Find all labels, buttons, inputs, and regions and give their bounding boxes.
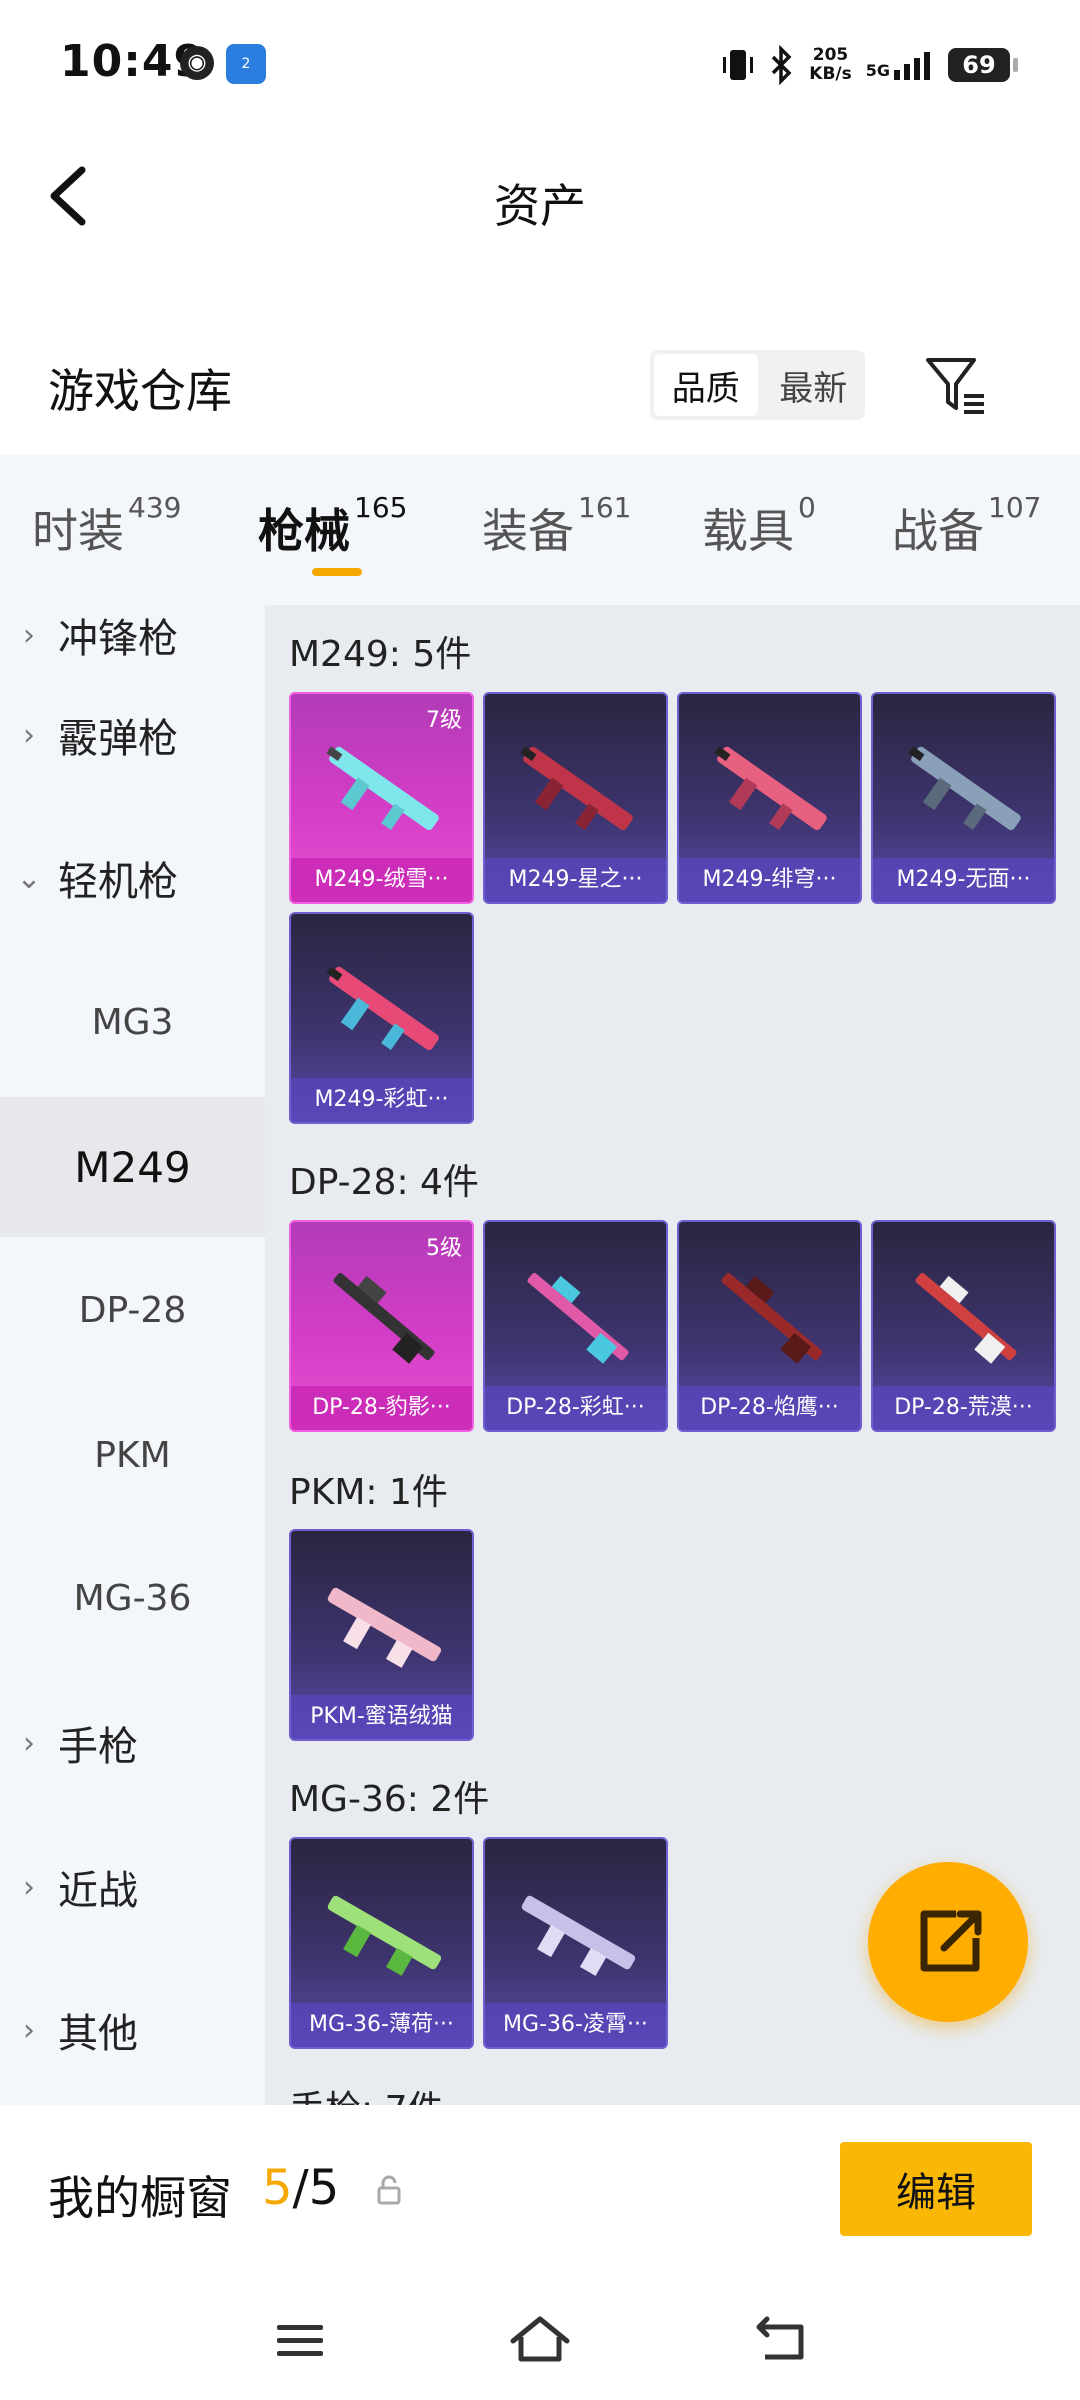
net-speed: 205 KB/s [809,45,852,84]
rifle-icon [326,746,439,831]
item-name: MG-36-薄荷··· [291,2003,472,2047]
tab-indicator [312,568,362,576]
item-name: DP-28-焰鹰··· [679,1386,860,1430]
item-name: PKM-蜜语绒猫 [291,1695,472,1739]
notification-badge-icon: 2 [226,44,266,84]
item-name: M249-绒雪··· [291,858,472,902]
status-bar: 10:49 ◉ 2 205 KB/s 5G 69 [0,0,1080,130]
weapon-type-sidebar: › 冲锋枪 › 霰弹枪 ⌄ 轻机枪 MG3 M249 DP-28 PKM MG-… [0,605,265,2105]
rifle-icon [520,746,633,831]
sidebar-item-lmg[interactable]: ⌄ 轻机枪 [0,808,265,948]
section-title-m249: M249: 5件 [289,634,472,675]
chevron-right-icon: › [23,717,35,753]
sidebar-item-pistol[interactable]: › 手枪 [0,1673,265,1813]
app-notification-icon: ◉ [180,46,214,80]
item-name: MG-36-凌霄··· [485,2003,666,2047]
signal-icon: 5G [866,50,934,80]
section-title-mg36: MG-36: 2件 [289,1779,490,1820]
item-card[interactable]: M249-无面··· [871,692,1056,904]
sidebar-item-mg3[interactable]: MG3 [0,952,265,1092]
item-name: DP-28-彩虹··· [485,1386,666,1430]
item-card[interactable]: 7级 M249-绒雪··· [289,692,474,904]
item-card[interactable]: M249-绯穹··· [677,692,862,904]
vibrate-icon [723,50,754,80]
home-icon[interactable] [505,2305,575,2375]
item-name: DP-28-豹影··· [291,1386,472,1430]
rifle-icon [714,746,827,831]
rifle-icon [333,1273,435,1364]
item-name: M249-彩虹··· [291,1078,472,1122]
sidebar-item-dp28[interactable]: DP-28 [0,1240,265,1380]
item-card[interactable]: M249-星之··· [483,692,668,904]
sidebar-item-pkm[interactable]: PKM [0,1385,265,1525]
external-link-icon [920,1910,982,1972]
item-card[interactable]: PKM-蜜语绒猫 [289,1529,474,1741]
section-title-pkm: PKM: 1件 [289,1472,448,1513]
share-fab[interactable] [868,1862,1028,2022]
status-right-icons: 205 KB/s 5G 69 [721,40,1018,90]
tab-weapons[interactable]: 枪械 165 [258,491,407,561]
tab-supplies[interactable]: 战备 107 [892,491,1041,561]
back-nav-icon[interactable] [745,2305,815,2375]
sidebar-item-melee[interactable]: › 近战 [0,1817,265,1957]
chevron-right-icon: › [23,617,35,653]
rifle-icon [721,1273,823,1364]
category-tabs: 时装 439 枪械 165 装备 161 载具 0 战备 107 [0,455,1080,605]
item-card[interactable]: MG-36-薄荷··· [289,1837,474,2049]
edit-showcase-button[interactable]: 编辑 [840,2142,1032,2236]
rifle-icon [908,746,1021,831]
item-name: DP-28-荒漠··· [873,1386,1054,1430]
item-name: M249-绯穹··· [679,858,860,902]
rifle-icon [521,1895,636,1976]
battery-icon: 69 [948,48,1018,82]
rifle-icon [915,1273,1017,1364]
tab-fashion[interactable]: 时装 439 [32,491,181,561]
item-card[interactable]: DP-28-彩虹··· [483,1220,668,1432]
tab-vehicles[interactable]: 载具 0 [702,491,816,561]
item-card[interactable]: M249-彩虹··· [289,912,474,1124]
item-name: M249-无面··· [873,858,1054,902]
sidebar-item-other[interactable]: › 其他 [0,1960,265,2100]
sidebar-item-shotgun[interactable]: › 霰弹枪 [0,665,265,805]
item-name: M249-星之··· [485,858,666,902]
section-title-pistol: 手枪: 7件 [289,2080,443,2105]
item-card[interactable]: DP-28-焰鹰··· [677,1220,862,1432]
filter-icon[interactable] [920,350,990,420]
tab-equipment[interactable]: 装备 161 [482,491,631,561]
rifle-icon [527,1273,629,1364]
showcase-count: 5/5 [262,2160,340,2216]
chevron-right-icon: › [23,2012,35,2048]
chevron-right-icon: › [23,1869,35,1905]
warehouse-title: 游戏仓库 [48,364,232,418]
page-title: 资产 [494,179,586,233]
showcase-label: 我的橱窗 [48,2171,232,2225]
item-card[interactable]: MG-36-凌霄··· [483,1837,668,2049]
item-card[interactable]: 5级 DP-28-豹影··· [289,1220,474,1432]
sort-quality-button[interactable]: 品质 [654,354,758,416]
section-title-dp28: DP-28: 4件 [289,1162,479,1203]
rifle-icon [327,1895,442,1976]
sort-newest-button[interactable]: 最新 [762,350,866,420]
chevron-right-icon: › [23,1725,35,1761]
menu-icon[interactable] [265,2305,335,2375]
system-nav-bar [0,2285,1080,2400]
rifle-icon [327,1587,442,1668]
rifle-icon [326,966,439,1051]
chevron-down-icon: ⌄ [16,860,42,896]
bluetooth-icon [772,45,792,85]
sidebar-item-mg36[interactable]: MG-36 [0,1528,265,1668]
item-card[interactable]: DP-28-荒漠··· [871,1220,1056,1432]
sort-toggle: 品质 最新 [650,350,865,420]
sidebar-item-m249[interactable]: M249 [0,1097,265,1237]
lock-icon [377,2175,401,2205]
